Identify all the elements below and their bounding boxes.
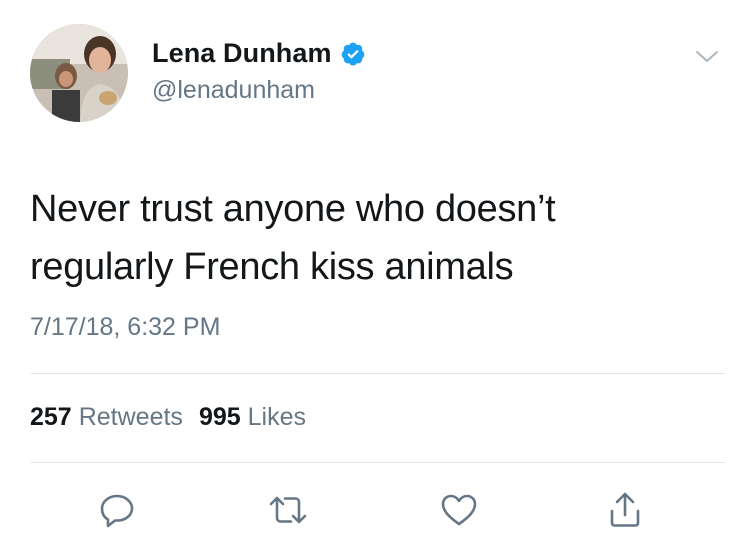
divider [30,373,725,374]
share-icon [610,492,640,527]
avatar[interactable] [30,24,128,122]
reply-icon [100,494,134,528]
retweets-label: Retweets [78,403,183,431]
likes-stat[interactable]: 995 Likes [199,403,306,432]
chevron-down-icon [696,51,718,62]
tweet-text: Never trust anyone who doesn’t regularly… [30,180,720,296]
display-name[interactable]: Lena Dunham [152,38,332,69]
likes-label: Likes [247,403,307,431]
tweet-actions [0,488,750,532]
heart-icon [441,494,477,526]
avatar-image [30,24,128,122]
divider [30,462,725,463]
verified-badge-icon [341,42,364,65]
retweets-count: 257 [30,403,72,431]
tweet-card: Lena Dunham @lenadunham Never trust anyo… [0,0,750,549]
likes-count: 995 [198,403,241,431]
user-handle[interactable]: @lenadunham [152,76,315,105]
tweet-text-line: Never trust anyone who doesn’t [30,188,556,230]
retweet-icon [269,496,307,524]
retweets-stat[interactable]: 257 Retweets [30,403,183,432]
tweet-text-line: regularly French kiss animals [30,246,514,288]
author-name-row: Lena Dunham [152,38,366,69]
like-button[interactable] [437,488,481,532]
tweet-menu-button[interactable] [694,46,720,66]
share-button[interactable] [603,488,647,532]
retweet-button[interactable] [266,488,310,532]
reply-button[interactable] [95,488,139,532]
tweet-timestamp[interactable]: 7/17/18, 6:32 PM [30,313,220,342]
tweet-stats: 257 Retweets 995 Likes [30,403,322,432]
